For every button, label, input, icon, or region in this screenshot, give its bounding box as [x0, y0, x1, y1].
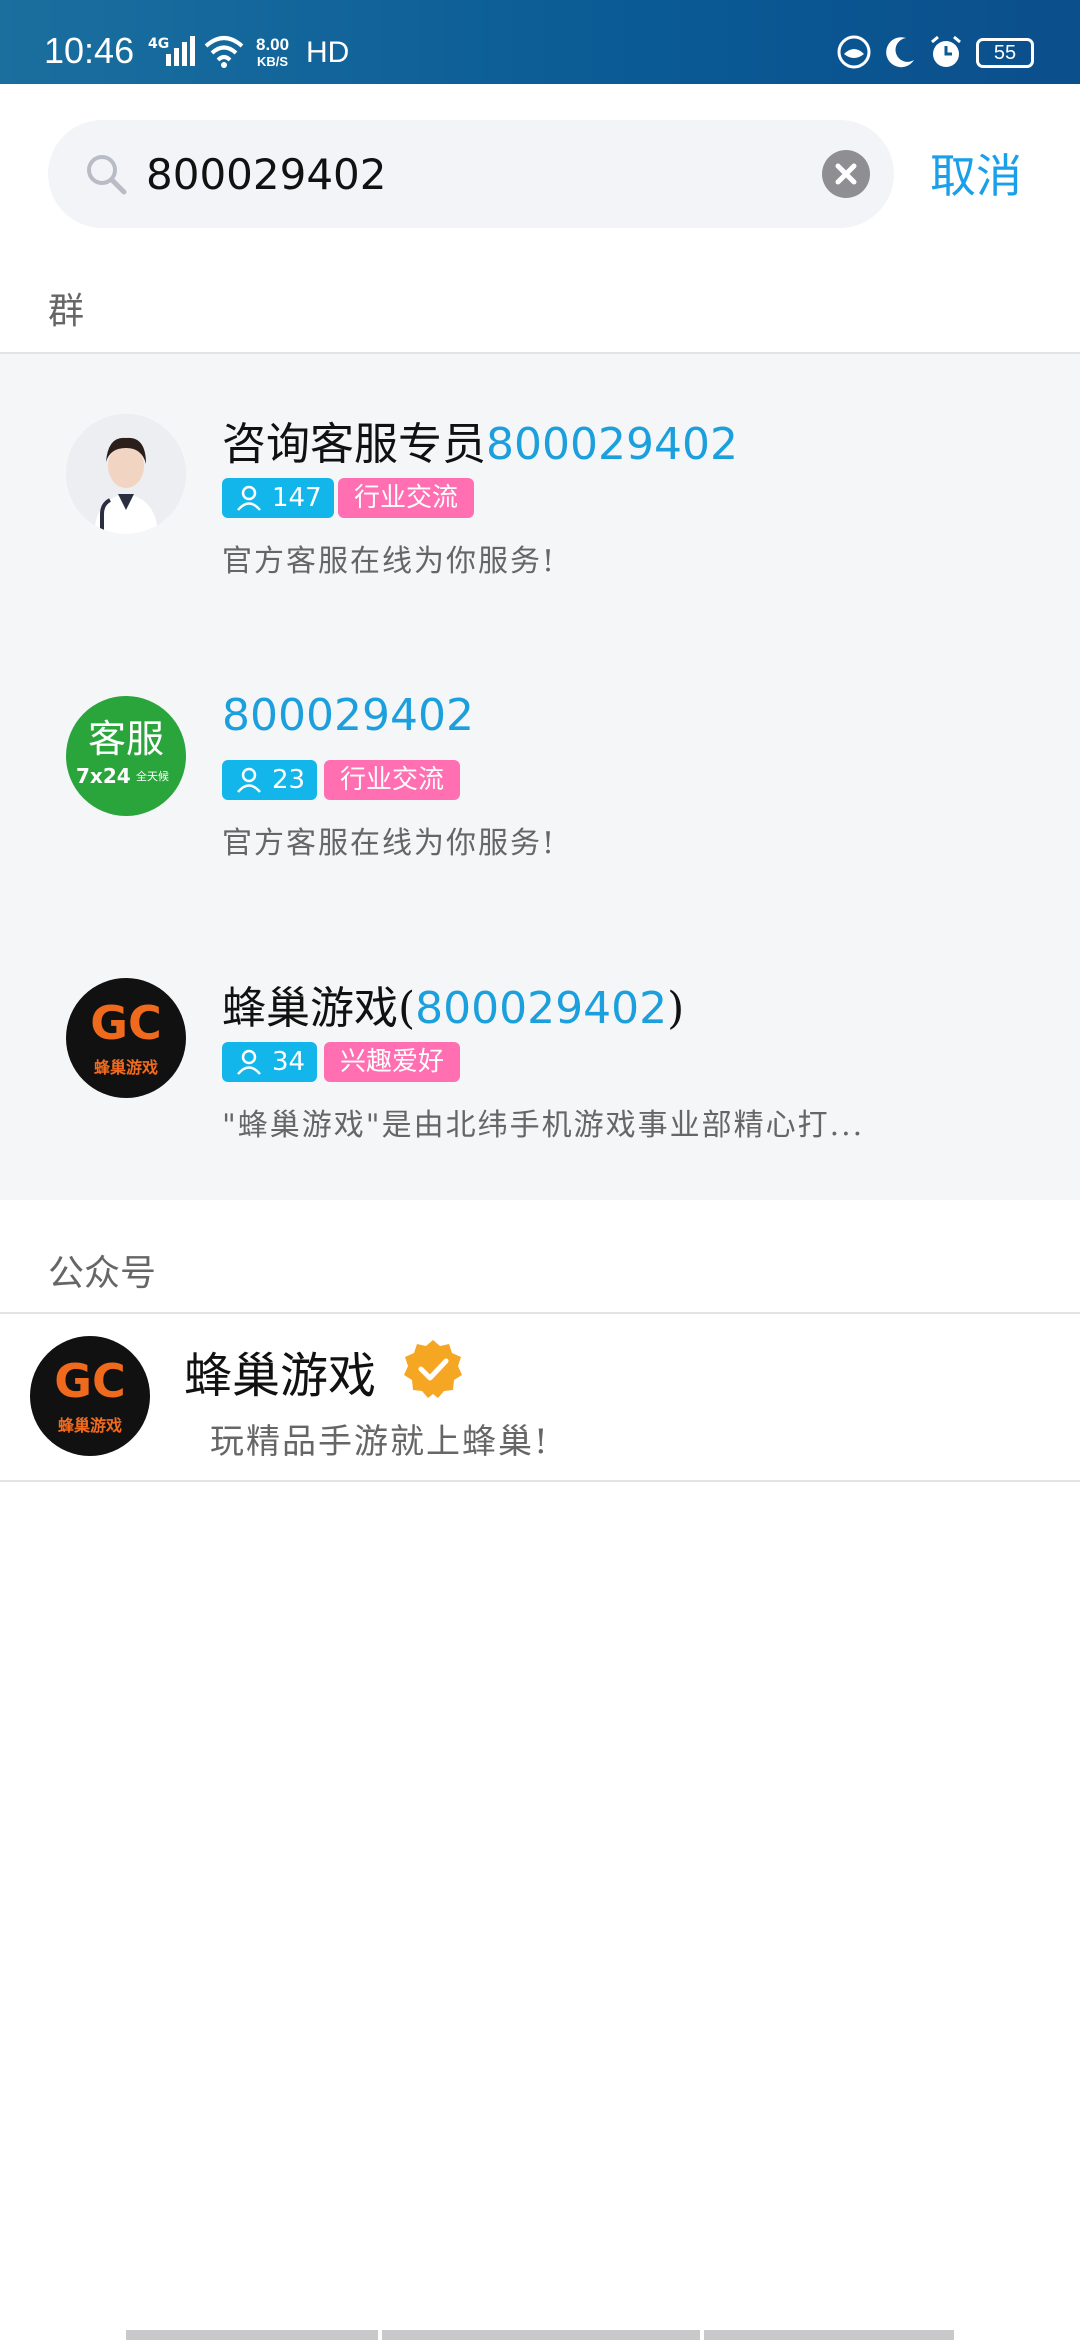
group-description: 官方客服在线为你服务!	[222, 826, 557, 861]
section-label-groups: 群	[48, 291, 85, 332]
member-count: 23	[272, 765, 306, 795]
person-icon	[237, 1049, 261, 1075]
person-icon	[237, 767, 261, 793]
person-icon	[237, 485, 261, 511]
member-count: 34	[272, 1047, 306, 1077]
public-account-avatar: GC 蜂巢游戏	[30, 1336, 150, 1456]
clear-search-icon[interactable]	[822, 150, 870, 198]
group-avatar-service: 客服 7x24 全天候	[66, 696, 186, 816]
group-item-customer-service[interactable]: 咨询客服专员800029402 147 行业交流 官方客服在线为你服务!	[0, 354, 1080, 636]
member-count-badge: 34	[222, 1042, 318, 1082]
group-title-highlight: 800029402	[222, 690, 474, 741]
group-title: 蜂巢游戏(800029402)	[222, 972, 684, 1036]
public-account-description: 玩精品手游就上蜂巢!	[210, 1422, 550, 1462]
gc-logo-text: GC	[54, 1354, 126, 1408]
member-count: 147	[272, 483, 322, 513]
group-item-service-24h[interactable]: 客服 7x24 全天候 800029402 23 行业交流 官方客服在线为你服务…	[0, 636, 1080, 918]
gc-logo-subtext: 蜂巢游戏	[93, 1058, 158, 1077]
nav-hint-bar-right	[704, 2330, 954, 2340]
member-count-badge: 147	[222, 478, 334, 518]
category-badge: 行业交流	[324, 760, 461, 800]
group-description: 官方客服在线为你服务!	[222, 544, 557, 579]
signal-icon	[166, 36, 195, 66]
network-speed: 8.00 KB/S	[256, 36, 289, 70]
nav-hint-bar-center	[382, 2330, 700, 2340]
status-bar: 10:46 4G 8.00 KB/S HD 55	[0, 0, 1080, 84]
search-input[interactable]	[146, 144, 746, 204]
cancel-button[interactable]: 取消	[930, 140, 1022, 206]
speed-unit: KB/S	[257, 54, 289, 69]
group-avatar-photo	[66, 414, 186, 534]
nav-hint-bar-left	[126, 2330, 378, 2340]
search-bar[interactable]	[48, 120, 894, 228]
moon-icon	[886, 37, 914, 68]
public-account-name: 蜂巢游戏	[184, 1348, 377, 1404]
group-title-text: 蜂巢游戏(	[222, 983, 416, 1034]
group-title-text: 咨询客服专员	[222, 419, 486, 470]
wifi-icon	[204, 36, 244, 68]
search-icon	[87, 155, 127, 195]
group-title-suffix: )	[667, 983, 685, 1034]
group-description: "蜂巢游戏"是由北纬手机游戏事业部精心打...	[222, 1108, 865, 1143]
divider	[0, 1480, 1080, 1482]
alarm-icon	[931, 35, 961, 67]
category-badge: 兴趣爱好	[324, 1042, 461, 1082]
eye-comfort-icon	[837, 35, 871, 69]
speed-value: 8.00	[256, 35, 290, 54]
gc-logo-subtext: 蜂巢游戏	[57, 1416, 122, 1435]
group-avatar-gc-logo: GC 蜂巢游戏	[66, 978, 186, 1098]
group-results: 咨询客服专员800029402 147 行业交流 官方客服在线为你服务! 客服 …	[0, 354, 1080, 1200]
hd-indicator: HD	[306, 36, 350, 69]
group-title: 咨询客服专员800029402	[222, 408, 738, 472]
category-badge: 行业交流	[338, 478, 475, 518]
avatar-text-sub-b: 全天候	[136, 770, 169, 783]
verified-badge-icon	[404, 1340, 462, 1398]
status-time: 10:46	[44, 30, 135, 71]
section-label-public-accounts: 公众号	[48, 1253, 157, 1294]
avatar-text-sub-a: 7x24	[76, 764, 131, 788]
public-account-item[interactable]: GC 蜂巢游戏 蜂巢游戏 玩精品手游就上蜂巢!	[0, 1314, 1080, 1480]
group-title-highlight: 800029402	[415, 983, 668, 1034]
battery-indicator: 55	[976, 38, 1034, 68]
group-item-beehive-games[interactable]: GC 蜂巢游戏 蜂巢游戏(800029402) 34 兴趣爱好 "蜂巢游戏"是由…	[0, 918, 1080, 1200]
gc-logo-text: GC	[90, 996, 162, 1050]
avatar-text-main: 客服	[87, 717, 164, 761]
member-count-badge: 23	[222, 760, 318, 800]
group-title: 800029402	[222, 690, 474, 741]
group-title-highlight: 800029402	[486, 419, 738, 470]
